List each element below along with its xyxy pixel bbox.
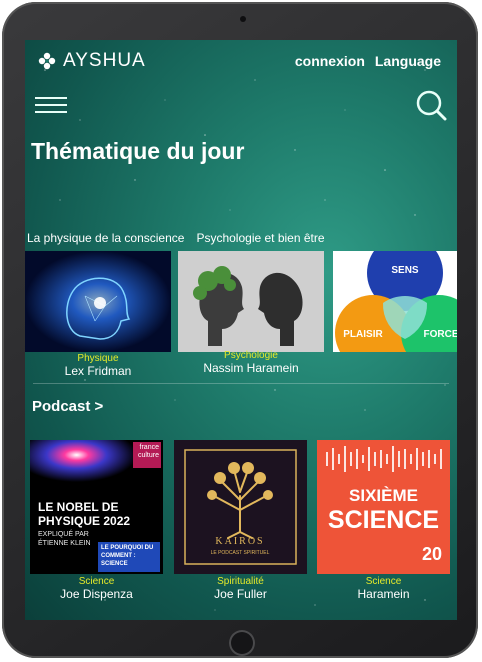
podcast-category: Science	[78, 576, 115, 587]
podcast-name[interactable]: Joe Fuller	[174, 587, 307, 601]
podcast-category: Science	[365, 576, 402, 587]
cover-subtitle: LE PODCAST SPIRITUEL	[211, 550, 270, 556]
cover-badge: 20	[421, 544, 442, 564]
venn-label-right: FORCE	[424, 329, 458, 340]
featured-name[interactable]: Lex Fridman	[25, 364, 171, 378]
language-link[interactable]: Language	[375, 53, 441, 69]
login-link[interactable]: connexion	[295, 53, 365, 69]
kairos-cover-art: KAIROS LE PODCAST SPIRITUEL	[174, 440, 307, 574]
podcast-caption-3: Science Haramein	[317, 576, 450, 601]
brand-name: AYSHUA	[63, 50, 146, 71]
section-title: Thématique du jour	[31, 138, 245, 164]
featured-category: Physique	[77, 353, 119, 364]
top-links: connexion Language	[295, 53, 441, 69]
podcast-name[interactable]: Haramein	[317, 587, 450, 601]
cover-series-box: LE POURQUOI DU COMMENT : SCIENCE	[98, 542, 160, 572]
podcast-caption-2: Spiritualité Joe Fuller	[174, 576, 307, 601]
featured-card-1[interactable]	[25, 251, 171, 352]
cover-title-line1: SIXIÈME	[349, 486, 418, 505]
camera	[240, 16, 246, 22]
podcast-heading[interactable]: Podcast >	[32, 398, 103, 415]
venn-diagram-image: SENS PLAISIR FORCE	[333, 251, 457, 352]
flower-logo-icon	[38, 52, 56, 70]
section-divider	[33, 383, 449, 384]
podcast-card-3[interactable]: SIXIÈME SCIENCE 20	[317, 440, 450, 574]
home-button[interactable]	[229, 630, 255, 656]
featured-caption-2: Psychologie Nassim Haramein	[178, 350, 324, 375]
cover-title: SIXIÈME SCIENCE	[317, 486, 450, 534]
cover-title-line2: SCIENCE	[327, 506, 440, 534]
search-icon[interactable]	[415, 89, 447, 121]
category-tab-psychologie[interactable]: Psychologie et bien être	[196, 231, 324, 245]
podcast-caption-1: Science Joe Dispenza	[30, 576, 163, 601]
podcast-category: Spiritualité	[217, 576, 264, 587]
brand-logo[interactable]: AYSHUA	[37, 50, 146, 72]
podcast-name[interactable]: Joe Dispenza	[30, 587, 163, 601]
featured-caption-1: Physique Lex Fridman	[25, 353, 171, 378]
podcast-card-2[interactable]: KAIROS LE PODCAST SPIRITUEL	[174, 440, 307, 574]
featured-name[interactable]: Nassim Haramein	[178, 361, 324, 375]
france-culture-badge: france culture	[133, 442, 161, 468]
hamburger-menu-icon[interactable]	[35, 92, 67, 118]
app-screen: AYSHUA connexion Language Thématique du …	[25, 40, 457, 620]
featured-card-3[interactable]: SENS PLAISIR FORCE	[333, 251, 457, 352]
cover-title: KAIROS	[215, 536, 264, 547]
cover-title: LE NOBEL DE PHYSIQUE 2022	[38, 500, 131, 528]
tree-heads-image	[178, 251, 324, 352]
venn-label-left: PLAISIR	[343, 329, 383, 340]
category-tab-physique[interactable]: La physique de la conscience	[27, 231, 184, 245]
glowing-head-image	[25, 251, 171, 352]
podcast-card-1[interactable]: france culture LE NOBEL DE PHYSIQUE 2022…	[30, 440, 163, 574]
category-tabs: La physique de la conscience Psychologie…	[27, 231, 325, 245]
featured-category: Psychologie	[224, 350, 278, 361]
featured-card-2[interactable]	[178, 251, 324, 352]
venn-label-top: SENS	[391, 265, 419, 276]
